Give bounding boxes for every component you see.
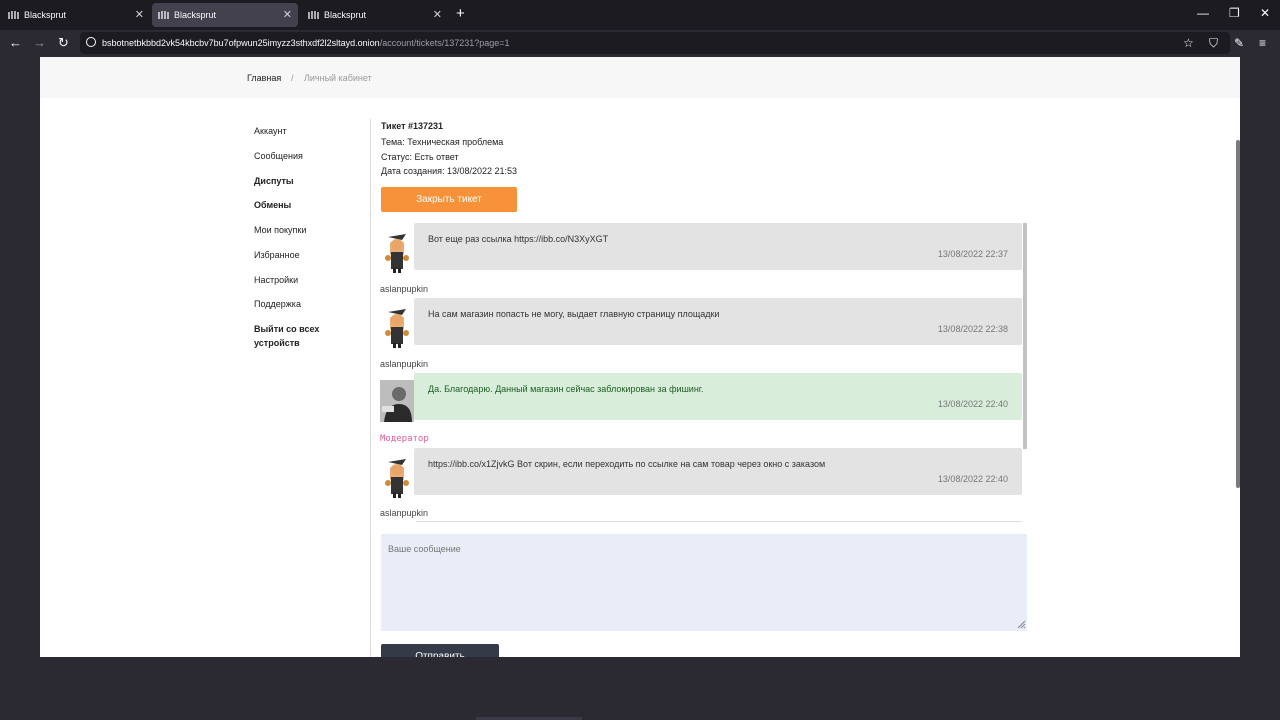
browser-tab-active[interactable]: Blacksprut ✕ bbox=[152, 3, 298, 27]
sidebar-item-support[interactable]: Поддержка bbox=[254, 299, 301, 309]
message-author: aslanpupkin bbox=[380, 508, 429, 518]
thread-scrollbar[interactable] bbox=[1023, 223, 1027, 449]
sidebar-item-logout-all-line2[interactable]: устройств bbox=[254, 338, 300, 348]
browser-tab[interactable]: Blacksprut ✕ bbox=[302, 3, 448, 27]
restore-icon[interactable]: ❐ bbox=[1229, 6, 1240, 20]
message-text: Вот еще раз ссылка https://ibb.co/N3XyXG… bbox=[428, 234, 609, 244]
tab-title: Blacksprut bbox=[324, 10, 367, 20]
shield-icon[interactable]: ⛉ bbox=[1209, 36, 1218, 51]
new-tab-button[interactable]: + bbox=[456, 5, 465, 22]
close-tab-icon[interactable]: ✕ bbox=[283, 8, 292, 21]
sidebar-item-favorites[interactable]: Избранное bbox=[254, 250, 300, 260]
tab-title: Blacksprut bbox=[174, 10, 217, 20]
message-time: 13/08/2022 22:40 bbox=[937, 474, 1008, 484]
bookmark-star-icon[interactable]: ☆ bbox=[1183, 36, 1194, 50]
message-text: Да. Благодарю. Данный магазин сейчас заб… bbox=[428, 384, 704, 394]
message-input[interactable] bbox=[381, 534, 1027, 631]
breadcrumb: Главная / Личный кабинет bbox=[40, 57, 1240, 98]
url-text[interactable]: bsbotnetbkbbd2vk54kbcbv7bu7ofpwun25imyzz… bbox=[102, 38, 510, 48]
tab-title: Blacksprut bbox=[24, 10, 67, 20]
moderator-label: Модератор bbox=[380, 434, 429, 444]
message-bubble: https://ibb.co/x1ZjvkG Вот скрин, если п… bbox=[414, 448, 1022, 495]
sidebar-divider bbox=[370, 119, 371, 657]
window-close-icon[interactable]: ✕ bbox=[1260, 6, 1270, 20]
user-avatar bbox=[380, 452, 414, 498]
breadcrumb-current: Личный кабинет bbox=[304, 73, 372, 83]
forward-arrow-icon[interactable]: → bbox=[33, 35, 46, 50]
sidebar-item-settings[interactable]: Настройки bbox=[254, 275, 298, 285]
close-ticket-button[interactable]: Закрыть тикет bbox=[381, 187, 517, 212]
tor-circuit-icon[interactable]: ✎ bbox=[1234, 36, 1244, 50]
browser-tab-bar: Blacksprut ✕ Blacksprut ✕ Blacksprut ✕ +… bbox=[0, 0, 1280, 30]
message-bubble: На сам магазин попасть не могу, выдает г… bbox=[414, 298, 1022, 345]
close-tab-icon[interactable]: ✕ bbox=[433, 8, 442, 21]
sidebar-item-disputes[interactable]: Диспуты bbox=[254, 176, 294, 186]
site-logo-icon bbox=[308, 11, 319, 19]
browser-tab[interactable]: Blacksprut ✕ bbox=[2, 3, 150, 27]
send-button[interactable]: Отправить bbox=[381, 644, 499, 657]
site-logo-icon bbox=[158, 11, 169, 19]
site-logo-icon bbox=[8, 11, 19, 19]
url-path: /account/tickets/137231?page=1 bbox=[379, 38, 510, 48]
sidebar-item-exchanges[interactable]: Обмены bbox=[254, 200, 291, 210]
back-arrow-icon[interactable]: ← bbox=[9, 35, 22, 50]
url-host: bsbotnetbkbbd2vk54kbcbv7bu7ofpwun25imyzz… bbox=[102, 38, 380, 48]
ticket-title: Тикет #137231 bbox=[381, 121, 444, 131]
message-time: 13/08/2022 22:40 bbox=[937, 399, 1008, 409]
sidebar-item-messages[interactable]: Сообщения bbox=[254, 151, 303, 161]
resize-grip-icon[interactable] bbox=[1017, 620, 1026, 629]
page-content: Главная / Личный кабинет Аккаунт Сообщен… bbox=[40, 57, 1240, 657]
ticket-subject: Тема: Техническая проблема bbox=[381, 137, 504, 147]
message-text: На сам магазин попасть не могу, выдает г… bbox=[428, 309, 720, 319]
message-time: 13/08/2022 22:38 bbox=[937, 324, 1008, 334]
sidebar-item-purchases[interactable]: Мои покупки bbox=[254, 225, 306, 235]
message-author: aslanpupkin bbox=[380, 284, 429, 294]
message-author: aslanpupkin bbox=[380, 359, 429, 369]
breadcrumb-home[interactable]: Главная bbox=[247, 73, 281, 83]
moderator-avatar bbox=[380, 380, 414, 422]
message-bubble: Вот еще раз ссылка https://ibb.co/N3XyXG… bbox=[414, 223, 1022, 270]
ticket-status: Статус: Есть ответ bbox=[381, 152, 459, 162]
menu-icon[interactable]: ≡ bbox=[1259, 36, 1266, 50]
message-thread[interactable]: Вот еще раз ссылка https://ibb.co/N3XyXG… bbox=[380, 223, 1026, 523]
breadcrumb-separator: / bbox=[291, 73, 294, 83]
reload-icon[interactable]: ↻ bbox=[58, 35, 69, 51]
onion-icon bbox=[86, 37, 96, 47]
message-time: 13/08/2022 22:37 bbox=[937, 249, 1008, 259]
thread-separator bbox=[416, 521, 1022, 522]
message-text: https://ibb.co/x1ZjvkG Вот скрин, если п… bbox=[428, 459, 826, 469]
browser-nav-bar: ← → ↻ bsbotnetbkbbd2vk54kbcbv7bu7ofpwun2… bbox=[0, 30, 1280, 57]
sidebar-item-account[interactable]: Аккаунт bbox=[254, 126, 287, 136]
close-tab-icon[interactable]: ✕ bbox=[135, 8, 144, 21]
ticket-created-date: Дата создания: 13/08/2022 21:53 bbox=[381, 166, 518, 176]
message-bubble-moderator: Да. Благодарю. Данный магазин сейчас заб… bbox=[414, 373, 1022, 420]
minimize-icon[interactable]: — bbox=[1197, 6, 1209, 20]
sidebar-item-logout-all[interactable]: Выйти со всех bbox=[254, 324, 319, 334]
user-avatar bbox=[380, 227, 414, 273]
user-avatar bbox=[380, 302, 414, 348]
page-scrollbar[interactable] bbox=[1236, 140, 1240, 488]
